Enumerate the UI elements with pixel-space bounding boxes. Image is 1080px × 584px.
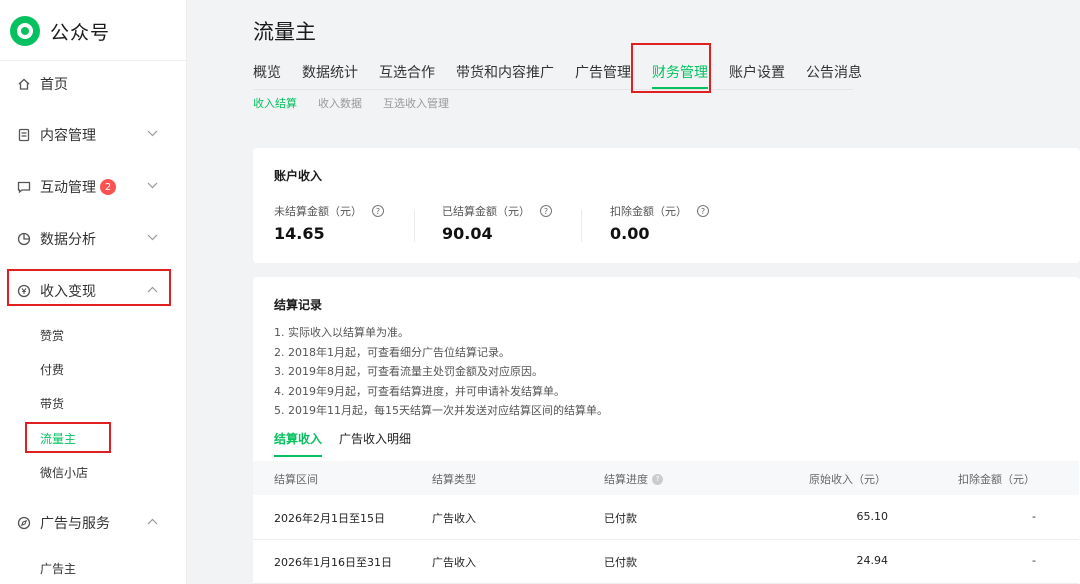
cell-deduction: - [1032,510,1036,523]
account-income-card: 账户收入 未结算金额（元） ? 14.65 已结算金额（元） ? 90.04 扣… [253,148,1080,263]
sidebar-item-label: 内容管理 [40,128,96,144]
column-header: 结算进度 ? [604,471,663,487]
highlight-box [631,43,711,93]
top-tabs: 概览 数据统计 互选合作 带货和内容推广 广告管理 财务管理 账户设置 公告消息 [253,62,883,89]
sidebar-item-analytics[interactable]: 数据分析 [8,222,170,256]
note-line: 2. 2018年1月起，可查看细分广告位结算记录。 [274,345,510,359]
app-name: 公众号 [50,21,111,44]
note-line: 4. 2019年9月起，可查看结算进度，并可申请补发结算单。 [274,384,565,398]
cell-deduction: - [1032,554,1036,567]
chevron-up-icon [146,515,158,527]
chat-icon [16,180,31,195]
note-line: 5. 2019年11月起，每15天结算一次并发送对应结算区间的结算单。 [274,404,608,418]
divider [414,210,415,242]
cell-period: 2026年2月1日至15日 [274,512,385,525]
compass-icon [16,516,31,531]
settlement-notes: 1. 实际收入以结算单为准。 2. 2018年1月起，可查看细分广告位结算记录。… [274,323,608,421]
settlement-card: 结算记录 1. 实际收入以结算单为准。 2. 2018年1月起，可查看细分广告位… [253,277,1080,584]
cell-type: 广告收入 [432,512,476,525]
chevron-down-icon [146,127,158,139]
card-title: 账户收入 [274,169,323,183]
sidebar-item-label: 广告与服务 [40,516,110,532]
tab-account-settings[interactable]: 账户设置 [729,62,785,84]
page-title: 流量主 [253,20,316,44]
tab-overview[interactable]: 概览 [253,62,281,84]
sidebar-divider [0,60,186,61]
help-icon[interactable]: ? [652,473,663,485]
cell-status: 已付款 [604,556,637,569]
stat-label: 已结算金额（元） [442,205,530,218]
subtab-income-settlement[interactable]: 收入结算 [253,95,297,111]
chevron-down-icon [146,179,158,191]
tab-ad-management[interactable]: 广告管理 [575,62,631,84]
wechat-mp-logo-icon [10,16,40,46]
card-title: 结算记录 [274,298,323,312]
stat-label: 未结算金额（元） [274,205,362,218]
highlight-box [25,422,111,453]
stat-settled: 已结算金额（元） ? 90.04 [442,203,552,243]
note-line: 3. 2019年8月起，可查看流量主处罚金额及对应原因。 [274,365,543,379]
stat-value: 0.00 [610,224,650,243]
table-header: 结算区间 结算类型 结算进度 ? 原始收入（元） 扣除金额（元） [253,461,1079,495]
sidebar-item-label: 数据分析 [40,232,96,248]
note-line: 1. 实际收入以结算单为准。 [274,326,409,339]
divider [581,210,582,242]
chevron-down-icon [146,231,158,243]
cell-income: 65.10 [856,510,889,523]
help-icon[interactable]: ? [372,205,384,217]
stat-label: 扣除金额（元） [610,205,687,218]
sidebar-subitem-wechat-store[interactable]: 微信小店 [40,463,88,483]
sidebar-subitem-reward[interactable]: 赞赏 [40,326,64,346]
column-header: 结算区间 [274,473,318,486]
stat-value: 90.04 [442,224,493,243]
tab-ad-income-detail[interactable]: 广告收入明细 [339,430,411,450]
home-icon [16,77,31,92]
tab-promotion[interactable]: 带货和内容推广 [456,62,554,84]
sidebar-item-label: 首页 [40,77,68,93]
sidebar-item-content[interactable]: 内容管理 [8,118,170,152]
tab-mutual-select[interactable]: 互选合作 [379,62,435,84]
sidebar-subitem-advertiser[interactable]: 广告主 [40,559,76,579]
settlement-tabs: 结算收入 广告收入明细 [274,430,428,457]
table-row: 2026年1月16日至31日 广告收入 已付款 24.94 - [253,539,1079,584]
sub-tabs: 收入结算 收入数据 互选收入管理 [253,95,470,111]
column-header-label: 结算进度 [604,473,648,486]
column-header: 结算类型 [432,473,476,486]
help-icon[interactable]: ? [540,205,552,217]
column-header: 原始收入（元） [809,473,886,486]
logo[interactable]: 公众号 [10,16,110,46]
highlight-box [7,269,171,306]
cell-period: 2026年1月16日至31日 [274,556,392,569]
tab-announcements[interactable]: 公告消息 [806,62,862,84]
document-icon [16,128,31,143]
subtab-mutual-income[interactable]: 互选收入管理 [383,95,449,111]
help-icon[interactable]: ? [697,205,709,217]
sidebar-item-label: 互动管理 [40,180,96,196]
tab-settlement-income[interactable]: 结算收入 [274,430,323,457]
cell-income: 24.94 [856,554,889,567]
sidebar-subitem-paid[interactable]: 付费 [40,360,64,380]
tabs-divider [253,89,853,90]
notification-badge: 2 [100,179,116,195]
stat-unsettled: 未结算金额（元） ? 14.65 [274,203,384,243]
main-content: 流量主 概览 数据统计 互选合作 带货和内容推广 广告管理 财务管理 账户设置 … [188,0,1080,584]
column-header: 扣除金额（元） [958,473,1035,486]
sidebar: 公众号 首页 内容管理 互动管理 2 数据分析 收入变现 赞赏 付费 带货 流量… [0,0,187,584]
cell-status: 已付款 [604,512,637,525]
sidebar-item-ads-services[interactable]: 广告与服务 [8,506,170,540]
sidebar-item-interaction[interactable]: 互动管理 2 [8,170,170,204]
cell-type: 广告收入 [432,556,476,569]
subtab-income-data[interactable]: 收入数据 [318,95,362,111]
sidebar-item-home[interactable]: 首页 [8,67,170,101]
stat-value: 14.65 [274,224,325,243]
tab-statistics[interactable]: 数据统计 [302,62,358,84]
sidebar-subitem-commerce[interactable]: 带货 [40,394,64,414]
table-row: 2026年2月1日至15日 广告收入 已付款 65.10 - [253,495,1079,540]
pie-chart-icon [16,232,31,247]
stat-deduction: 扣除金额（元） ? 0.00 [610,203,709,243]
